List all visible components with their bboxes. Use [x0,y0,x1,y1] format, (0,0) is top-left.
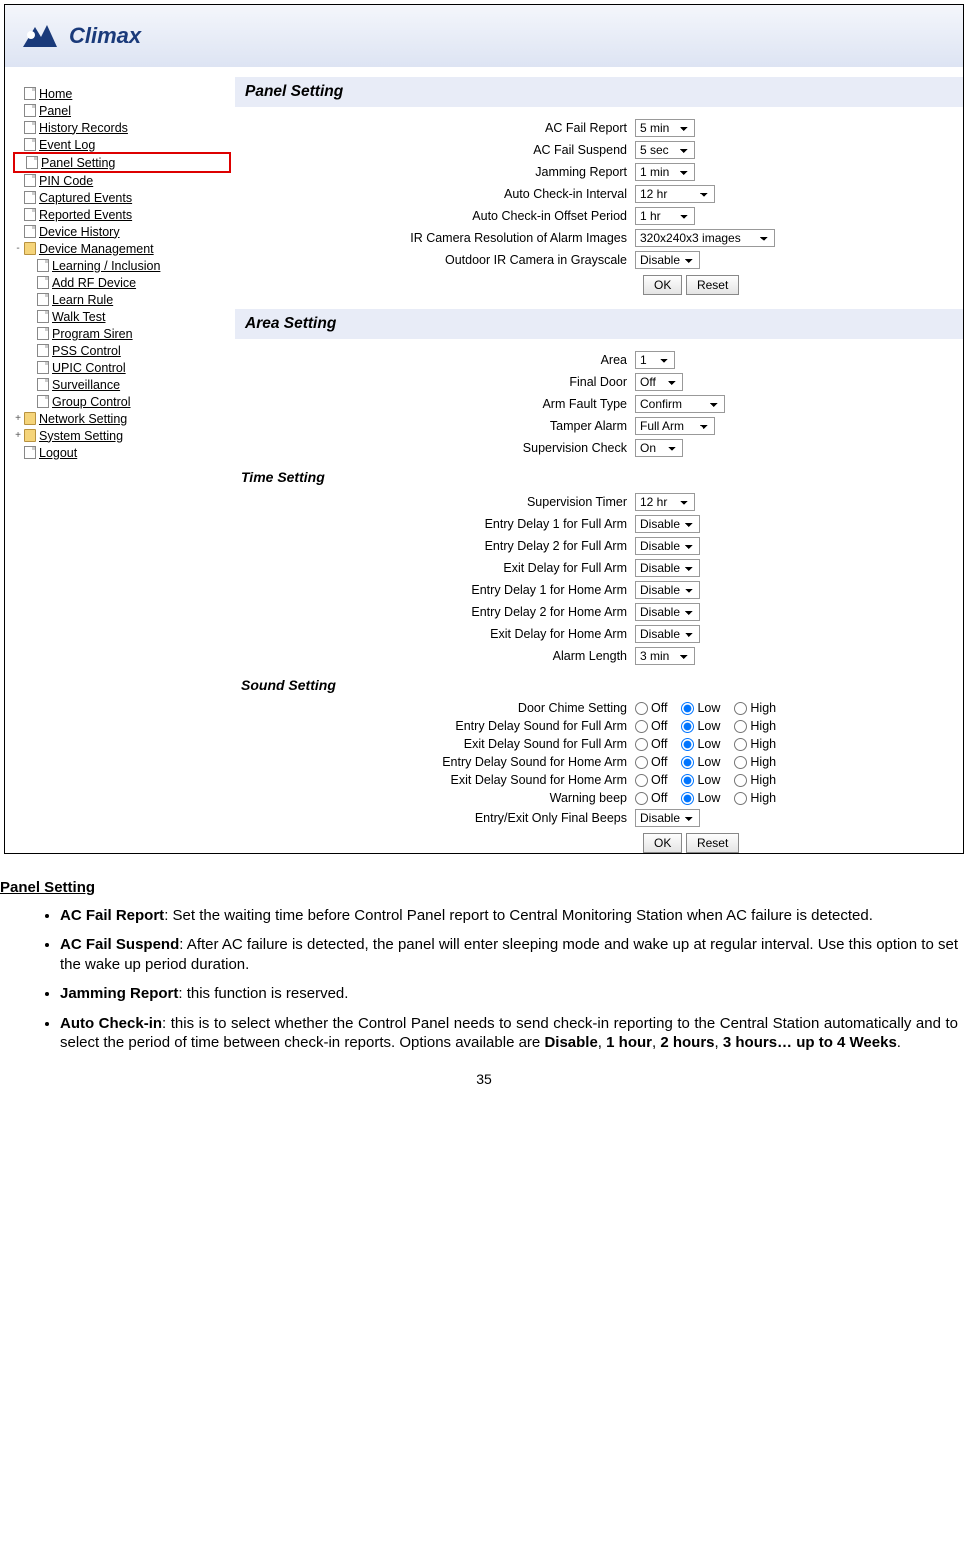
area-reset-button[interactable]: Reset [686,833,739,853]
jamming-report-label: Jamming Report [235,165,635,179]
xd-full-label: Exit Delay for Full Arm [235,561,635,575]
nav-history-records[interactable]: History Records [13,119,231,136]
sup-timer-label: Supervision Timer [235,495,635,509]
final-beeps-label: Entry/Exit Only Final Beeps [235,811,635,825]
nav-panel[interactable]: Panel [13,102,231,119]
climax-logo-icon [17,17,61,55]
main-panel: Panel Setting AC Fail Report5 min AC Fai… [235,67,963,853]
warn-beep-label: Warning beep [235,791,635,805]
auto-checkin-label: Auto Check-in Interval [235,187,635,201]
nav-program-siren[interactable]: Program Siren [37,325,231,342]
ed1-full-label: Entry Delay 1 for Full Arm [235,517,635,531]
ed2-full-select[interactable]: Disable [635,537,700,555]
area-ok-button[interactable]: OK [643,833,682,853]
panel-ok-button[interactable]: OK [643,275,682,295]
nav-tree: Home Panel History Records Event Log Pan… [5,67,235,853]
arm-fault-select[interactable]: Confirm [635,395,725,413]
xds-home-label: Exit Delay Sound for Home Arm [235,773,635,787]
nav-reported-events[interactable]: Reported Events [13,206,231,223]
nav-captured-events[interactable]: Captured Events [13,189,231,206]
ed2-full-label: Entry Delay 2 for Full Arm [235,539,635,553]
ac-fail-suspend-label: AC Fail Suspend [235,143,635,157]
area-label: Area [235,353,635,367]
auto-offset-label: Auto Check-in Offset Period [235,209,635,223]
nav-walk-test[interactable]: Walk Test [37,308,231,325]
eds-full-label: Entry Delay Sound for Full Arm [235,719,635,733]
nav-learning[interactable]: Learning / Inclusion [37,257,231,274]
final-door-label: Final Door [235,375,635,389]
ed1-home-select[interactable]: Disable [635,581,700,599]
doc-bullet-1: AC Fail Report: Set the waiting time bef… [60,906,958,926]
xds-home-radio[interactable]: OffLowHigh [635,773,945,787]
nav-home[interactable]: Home [13,85,231,102]
xds-full-radio[interactable]: OffLowHigh [635,737,945,751]
screenshot-frame: Climax Home Panel History Records Event … [4,4,964,854]
eds-home-radio[interactable]: OffLowHigh [635,755,945,769]
nav-device-management[interactable]: -Device Management [13,240,231,257]
nav-surveillance[interactable]: Surveillance [37,376,231,393]
document-text: Panel Setting AC Fail Report: Set the wa… [0,858,968,1053]
arm-fault-label: Arm Fault Type [235,397,635,411]
ir-res-label: IR Camera Resolution of Alarm Images [235,231,635,245]
xd-home-label: Exit Delay for Home Arm [235,627,635,641]
supervision-select[interactable]: On [635,439,683,457]
jamming-report-select[interactable]: 1 min [635,163,695,181]
nav-group-control[interactable]: Group Control [37,393,231,410]
panel-reset-button[interactable]: Reset [686,275,739,295]
auto-offset-select[interactable]: 1 hr [635,207,695,225]
nav-pin-code[interactable]: PIN Code [13,172,231,189]
nav-pss-control[interactable]: PSS Control [37,342,231,359]
ir-res-select[interactable]: 320x240x3 images [635,229,775,247]
nav-learn-rule[interactable]: Learn Rule [37,291,231,308]
doc-bullet-2: AC Fail Suspend: After AC failure is det… [60,935,958,974]
ac-fail-report-label: AC Fail Report [235,121,635,135]
ac-fail-report-select[interactable]: 5 min [635,119,695,137]
sound-setting-heading: Sound Setting [235,669,963,701]
area-select[interactable]: 1 [635,351,675,369]
nav-event-log[interactable]: Event Log [13,136,231,153]
eds-full-radio[interactable]: OffLowHigh [635,719,945,733]
doc-heading: Panel Setting [0,878,958,898]
app-banner: Climax [5,5,963,67]
xd-full-select[interactable]: Disable [635,559,700,577]
nav-upic-control[interactable]: UPIC Control [37,359,231,376]
supervision-label: Supervision Check [235,441,635,455]
auto-checkin-select[interactable]: 12 hr [635,185,715,203]
nav-panel-setting[interactable]: Panel Setting [13,152,231,173]
nav-network-setting[interactable]: +Network Setting [13,410,231,427]
doc-bullet-3: Jamming Report: this function is reserve… [60,984,958,1004]
nav-system-setting[interactable]: +System Setting [13,427,231,444]
ac-fail-suspend-select[interactable]: 5 sec [635,141,695,159]
nav-logout[interactable]: Logout [13,444,231,461]
area-setting-heading: Area Setting [235,309,963,339]
xd-home-select[interactable]: Disable [635,625,700,643]
alarm-len-label: Alarm Length [235,649,635,663]
nav-add-rf[interactable]: Add RF Device [37,274,231,291]
sup-timer-select[interactable]: 12 hr [635,493,695,511]
door-chime-radio[interactable]: OffLowHigh [635,701,945,715]
door-chime-label: Door Chime Setting [235,701,635,715]
ed2-home-select[interactable]: Disable [635,603,700,621]
brand-logo: Climax [17,17,141,55]
doc-bullet-4: Auto Check-in: this is to select whether… [60,1014,958,1053]
tamper-label: Tamper Alarm [235,419,635,433]
outdoor-ir-label: Outdoor IR Camera in Grayscale [235,253,635,267]
outdoor-ir-select[interactable]: Disable [635,251,700,269]
ed1-home-label: Entry Delay 1 for Home Arm [235,583,635,597]
ed2-home-label: Entry Delay 2 for Home Arm [235,605,635,619]
panel-setting-heading: Panel Setting [235,77,963,107]
page-number: 35 [0,1071,968,1087]
time-setting-heading: Time Setting [235,461,963,493]
final-beeps-select[interactable]: Disable [635,809,700,827]
brand-name: Climax [69,23,141,49]
ed1-full-select[interactable]: Disable [635,515,700,533]
warn-beep-radio[interactable]: OffLowHigh [635,791,945,805]
final-door-select[interactable]: Off [635,373,683,391]
nav-device-history[interactable]: Device History [13,223,231,240]
xds-full-label: Exit Delay Sound for Full Arm [235,737,635,751]
eds-home-label: Entry Delay Sound for Home Arm [235,755,635,769]
tamper-select[interactable]: Full Arm [635,417,715,435]
alarm-len-select[interactable]: 3 min [635,647,695,665]
